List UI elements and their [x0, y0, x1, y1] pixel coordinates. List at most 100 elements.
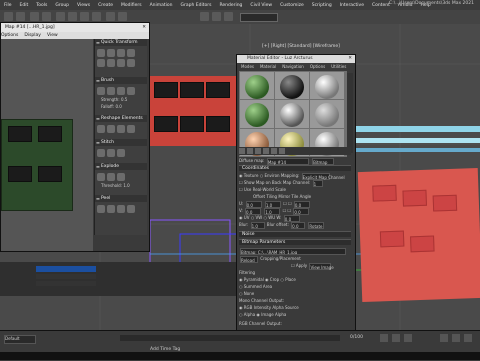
summed-area-radio[interactable]: Summed Area [244, 284, 272, 289]
rollout-noise[interactable]: Noise [239, 231, 351, 237]
orbit-icon[interactable] [464, 334, 472, 342]
rollout-bitmap-parameters[interactable]: Bitmap Parameters [239, 239, 351, 245]
brush-icons[interactable] [97, 87, 145, 95]
next-frame-icon[interactable] [392, 334, 400, 342]
uv-radio[interactable]: UV [244, 215, 250, 220]
put-material-icon[interactable] [247, 148, 253, 154]
menu-item[interactable]: Edit [20, 3, 29, 8]
uv-canvas[interactable] [1, 39, 93, 251]
menu-view[interactable]: View [47, 32, 58, 39]
alpha-radio[interactable]: Alpha [244, 312, 255, 317]
layer-row[interactable] [36, 281, 96, 286]
selected-layer-row[interactable] [36, 266, 96, 272]
explode-icons[interactable] [97, 173, 145, 181]
pyramidal-radio[interactable]: Pyramidal [244, 277, 264, 282]
move-icon[interactable] [68, 12, 77, 21]
real-world-label[interactable]: Use Real-World Scale [244, 187, 286, 192]
sample-slot[interactable] [310, 72, 344, 100]
strength-value[interactable]: 0.5 [121, 97, 127, 102]
bitmap-path-button[interactable]: Bitmap: C:\...\RAM_HR_1.jpg [240, 247, 346, 255]
rollout-coordinates[interactable]: Coordinates [239, 165, 351, 171]
quick-transform-icons[interactable] [97, 49, 145, 57]
render-setup-icon[interactable] [212, 12, 221, 21]
angle-snap-icon[interactable] [118, 12, 127, 21]
menu-options[interactable]: Options [1, 32, 18, 39]
section-brush[interactable]: Brush [95, 77, 147, 84]
link-icon[interactable] [30, 12, 39, 21]
place-radio[interactable]: Place [285, 277, 296, 282]
get-material-icon[interactable] [239, 148, 245, 154]
reset-icon[interactable] [263, 148, 269, 154]
align-icons[interactable] [97, 59, 145, 67]
zoom-icon[interactable] [440, 334, 448, 342]
blur-field[interactable]: 1.0 [250, 221, 265, 229]
section-peel[interactable]: Peel [95, 195, 147, 202]
texture-radio-label[interactable]: Texture [244, 173, 259, 178]
side-toolbar[interactable] [347, 73, 353, 153]
rotate-icon[interactable] [80, 12, 89, 21]
render-icon[interactable] [224, 12, 233, 21]
menu-item[interactable]: Tools [36, 3, 47, 8]
menu-utilities[interactable]: Utilities [331, 63, 346, 70]
stitch-icons[interactable] [97, 149, 145, 157]
crop-radio[interactable]: Crop [270, 277, 279, 282]
vw-radio[interactable]: VW [255, 215, 262, 220]
close-icon[interactable]: ✕ [142, 23, 146, 32]
section-stitch[interactable]: Stitch [95, 139, 147, 146]
menu-item[interactable]: Customize [280, 3, 304, 8]
sample-slot[interactable] [275, 100, 309, 128]
menu-item[interactable]: Group [55, 3, 69, 8]
close-icon[interactable]: ✕ [348, 55, 352, 63]
layer-row[interactable] [36, 274, 96, 279]
menu-item[interactable]: Views [77, 3, 90, 8]
menu-item[interactable]: Create [98, 3, 113, 8]
menu-options[interactable]: Options [310, 63, 325, 70]
copy-icon[interactable] [271, 148, 277, 154]
apply-checkbox-label[interactable]: Apply [296, 263, 307, 268]
menu-item[interactable]: File [4, 3, 12, 8]
menu-item[interactable]: Content [372, 3, 390, 8]
menu-material[interactable]: Material [260, 63, 276, 70]
blur-offset-field[interactable]: 0.0 [291, 221, 306, 229]
scale-icon[interactable] [92, 12, 101, 21]
map-name-field[interactable]: Map #14 [266, 157, 309, 165]
environ-radio-label[interactable]: Environ [264, 173, 279, 178]
snap-icon[interactable] [106, 12, 115, 21]
assign-material-icon[interactable] [255, 148, 261, 154]
show-map-icon[interactable] [279, 148, 285, 154]
menu-item[interactable]: Civil View [250, 3, 272, 8]
select-icon[interactable] [56, 12, 65, 21]
falloff-value[interactable]: 0.0 [115, 104, 121, 109]
sample-slot[interactable] [240, 100, 274, 128]
menu-item[interactable]: Graph Editors [181, 3, 212, 8]
menu-item[interactable]: Rendering [219, 3, 242, 8]
menu-item[interactable]: Modifiers [121, 3, 142, 8]
redo-icon[interactable] [16, 12, 25, 21]
peel-icons[interactable] [97, 205, 145, 213]
sample-slot[interactable] [310, 100, 344, 128]
menu-navigation[interactable]: Navigation [282, 63, 304, 70]
menu-item[interactable]: Scripting [312, 3, 332, 8]
unlink-icon[interactable] [42, 12, 51, 21]
menu-modes[interactable]: Modes [241, 63, 254, 70]
sample-slot[interactable] [240, 72, 274, 100]
viewport-label[interactable]: [+] [Right] [Standard] [Wireframe] [262, 44, 340, 49]
threshold-value[interactable]: 1.0 [123, 183, 129, 188]
image-alpha-radio[interactable]: Image Alpha [261, 312, 286, 317]
rgb-intensity-radio[interactable]: RGB Intensity [244, 305, 271, 310]
section-explode[interactable]: Explode [95, 163, 147, 170]
sample-slot[interactable] [275, 72, 309, 100]
bitmap-type-button[interactable]: Bitmap [312, 157, 335, 165]
scene-layer-area[interactable] [0, 262, 236, 296]
time-slider[interactable] [120, 335, 340, 341]
menu-item[interactable]: Interactive [340, 3, 364, 8]
show-map-label[interactable]: Show Map on Back [244, 180, 282, 185]
play-icon[interactable] [380, 334, 388, 342]
wu-radio[interactable]: WU [268, 215, 275, 220]
pan-icon[interactable] [452, 334, 460, 342]
menu-item[interactable]: Animation [150, 3, 173, 8]
section-reshape-elements[interactable]: Reshape Elements [95, 115, 147, 122]
menu-display[interactable]: Display [24, 32, 41, 39]
undo-icon[interactable] [4, 12, 13, 21]
reshape-icons[interactable] [97, 125, 145, 133]
